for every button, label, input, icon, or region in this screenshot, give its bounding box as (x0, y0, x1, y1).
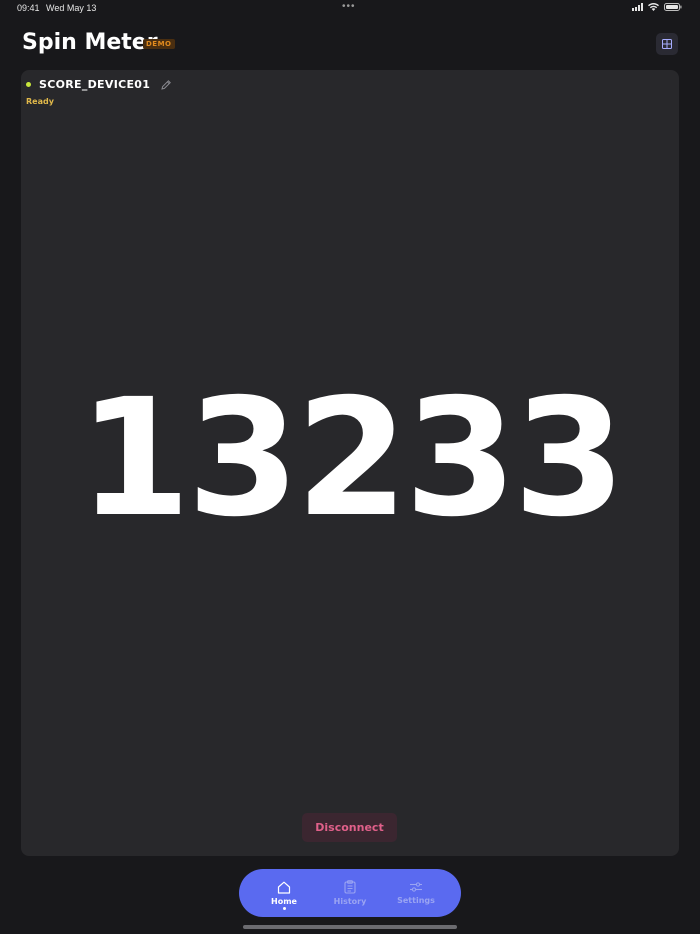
home-indicator[interactable] (243, 925, 457, 929)
tab-settings[interactable]: Settings (383, 869, 449, 917)
status-indicators (632, 3, 682, 11)
device-name: SCORE_DEVICE01 (39, 78, 151, 91)
tab-home[interactable]: Home (251, 869, 317, 917)
disconnect-button[interactable]: Disconnect (302, 813, 397, 842)
tab-bar: Home History Settings (239, 869, 461, 917)
pencil-icon[interactable] (160, 79, 172, 91)
status-time: 09:41 (17, 3, 40, 13)
page-title: Spin Meter (22, 30, 158, 55)
home-icon (277, 881, 291, 894)
tab-history[interactable]: History (317, 869, 383, 917)
multitasking-dots[interactable]: ••• (342, 1, 356, 12)
clipboard-icon (344, 880, 356, 894)
tab-history-label: History (333, 897, 367, 906)
tab-home-label: Home (271, 896, 297, 906)
app-header: Spin Meter DEMO (22, 30, 678, 60)
wifi-icon (648, 3, 659, 11)
tab-settings-label: Settings (397, 896, 435, 905)
grid-view-button[interactable] (656, 33, 678, 55)
status-date: Wed May 13 (46, 3, 97, 13)
cellular-signal-icon (632, 3, 643, 11)
device-row: SCORE_DEVICE01 (26, 78, 172, 91)
score-card: SCORE_DEVICE01 Ready 13233 Disconnect (21, 70, 679, 856)
score-value: 13233 (78, 365, 626, 553)
battery-icon (664, 3, 682, 11)
sliders-icon (410, 882, 422, 892)
demo-badge: DEMO (143, 39, 175, 49)
connection-status-dot (26, 82, 31, 87)
grid-icon (662, 39, 672, 49)
device-status: Ready (26, 97, 54, 106)
active-tab-indicator (282, 907, 286, 910)
status-bar: 09:41 Wed May 13 ••• (0, 0, 700, 18)
